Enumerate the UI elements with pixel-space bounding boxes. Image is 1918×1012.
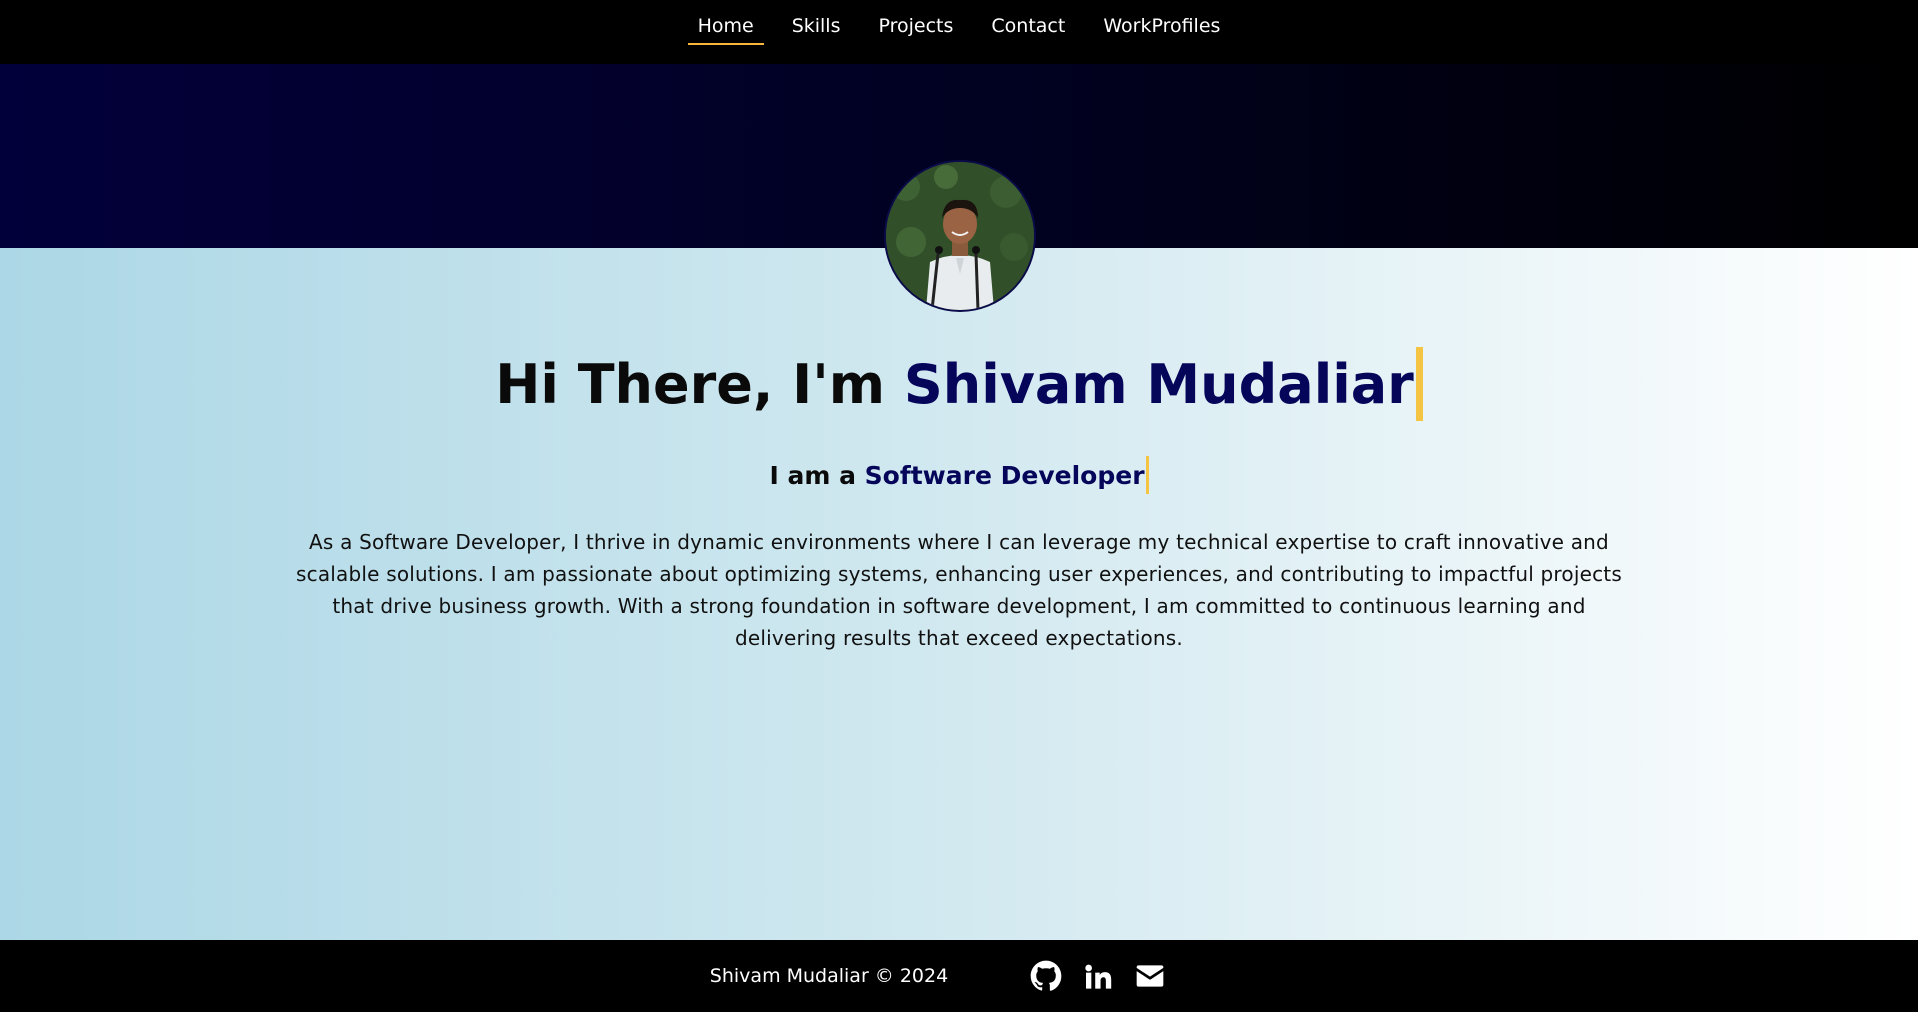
navbar: Home Skills Projects Contact WorkProfile… [0, 0, 1918, 64]
linkedin-icon [1085, 964, 1112, 989]
nav-list: Home Skills Projects Contact WorkProfile… [679, 9, 1240, 45]
nav-item-workprofiles[interactable]: WorkProfiles [1084, 9, 1239, 43]
linkedin-link[interactable] [1080, 958, 1116, 994]
hero-subheading-prefix: I am a [769, 461, 865, 490]
footer-copyright: Shivam Mudaliar © 2024 [709, 965, 949, 987]
nav-item-projects[interactable]: Projects [860, 9, 973, 43]
hero-name: Shivam Mudaliar [903, 353, 1414, 416]
hero-heading: Hi There, I'm Shivam Mudaliar [0, 347, 1918, 425]
typing-caret [1415, 347, 1423, 422]
nav-item-contact[interactable]: Contact [972, 9, 1084, 43]
profile-photo-illustration [886, 162, 1034, 310]
typing-caret-small [1145, 456, 1149, 494]
footer: Shivam Mudaliar © 2024 [0, 940, 1918, 1012]
hero-subheading: I am a Software Developer [0, 456, 1918, 496]
hero-heading-prefix: Hi There, I'm [495, 353, 904, 416]
envelope-icon [1136, 965, 1164, 987]
profile-avatar [884, 160, 1036, 312]
email-link[interactable] [1132, 958, 1168, 994]
github-link[interactable] [1028, 958, 1064, 994]
hero-description: As a Software Developer, I thrive in dyn… [296, 530, 1622, 650]
nav-item-home[interactable]: Home [679, 9, 773, 45]
github-icon [1030, 960, 1062, 991]
hero-role: Software Developer [864, 461, 1145, 490]
nav-item-skills[interactable]: Skills [773, 9, 860, 43]
